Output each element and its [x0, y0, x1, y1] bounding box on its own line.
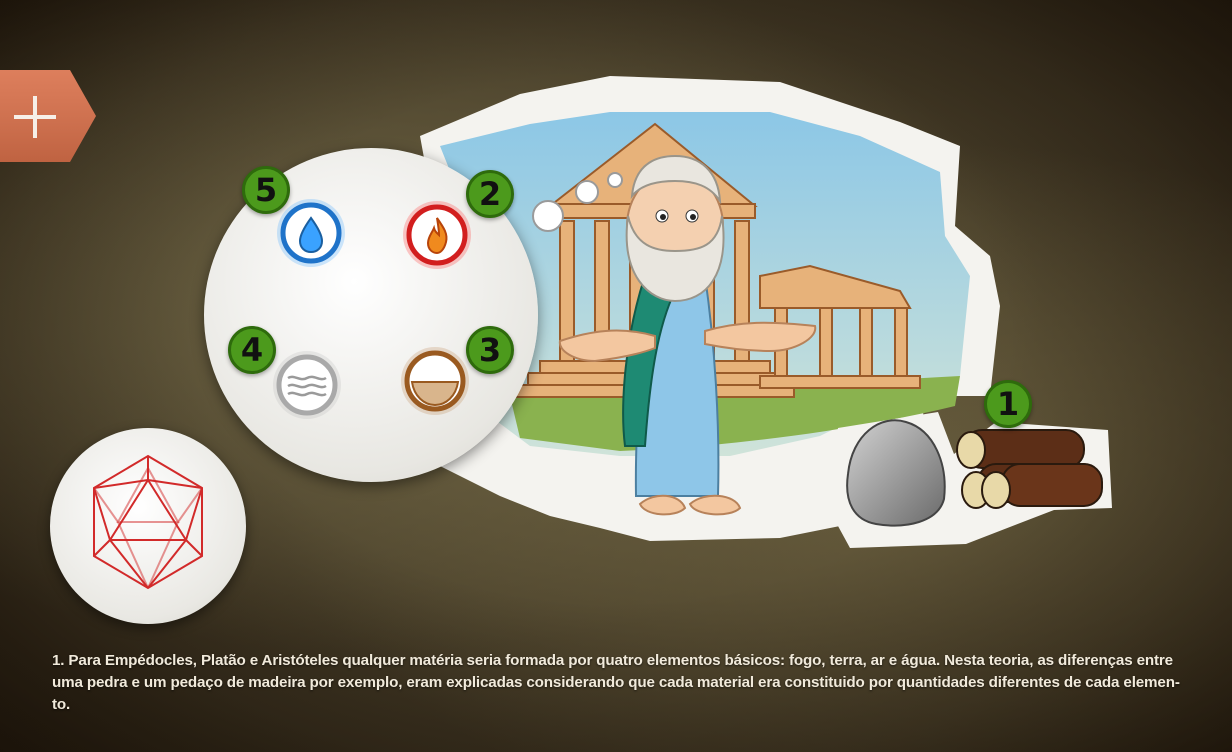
element-number-badge: 2 — [466, 170, 514, 218]
fire-flame-icon — [403, 201, 471, 269]
caption-text: 1. Para Empédocles, Platão e Aristóteles… — [52, 652, 1180, 713]
air-wind-icon — [273, 351, 341, 419]
materials-number-badge: 1 — [984, 380, 1032, 428]
water-element-button[interactable] — [274, 196, 348, 270]
earth-element-button[interactable] — [398, 344, 472, 418]
menu-tab-button[interactable] — [0, 70, 96, 162]
element-number-badge: 5 — [242, 166, 290, 214]
earth-bowl-icon — [401, 347, 469, 415]
icosahedron-circle[interactable] — [50, 428, 246, 624]
air-element-button[interactable] — [270, 348, 344, 422]
fire-element-button[interactable] — [400, 198, 474, 272]
elements-circle: 5 2 4 3 — [204, 148, 538, 482]
element-number-badge: 4 — [228, 326, 276, 374]
water-drop-icon — [277, 199, 345, 267]
icosahedron-icon — [93, 454, 203, 590]
plus-icon — [0, 70, 96, 162]
materials-group: 1 — [826, 380, 1116, 549]
element-number-badge: 3 — [466, 326, 514, 374]
